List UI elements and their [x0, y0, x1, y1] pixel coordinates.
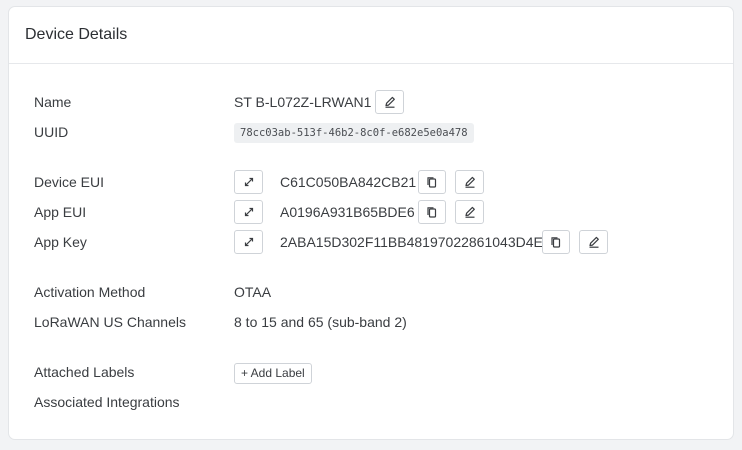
uuid-label: UUID — [34, 124, 69, 140]
pencil-icon — [383, 95, 397, 109]
attached-labels-label: Attached Labels — [34, 364, 135, 380]
activation-method-value: OTAA — [234, 284, 272, 300]
app-key-label: App Key — [34, 234, 87, 250]
app-eui-label: App EUI — [34, 204, 87, 220]
lorawan-channels-label: LoRaWAN US Channels — [34, 314, 186, 330]
pencil-icon — [587, 235, 601, 249]
lorawan-channels-value: 8 to 15 and 65 (sub-band 2) — [234, 314, 407, 330]
associated-integrations-label: Associated Integrations — [34, 394, 180, 410]
copy-device-eui-button[interactable] — [418, 170, 446, 194]
copy-icon — [425, 175, 439, 189]
edit-device-eui-button[interactable] — [455, 170, 484, 194]
app-key-value: 2ABA15D302F11BB48197022861043D4E — [280, 234, 543, 250]
expand-device-eui-button[interactable] — [234, 170, 263, 194]
device-details-card: Device Details Name ST B-L072Z-LRWAN1 UU… — [8, 6, 734, 440]
expand-app-eui-button[interactable] — [234, 200, 263, 224]
name-value: ST B-L072Z-LRWAN1 — [234, 94, 372, 110]
device-eui-label: Device EUI — [34, 174, 105, 190]
uuid-value: 78cc03ab-513f-46b2-8c0f-e682e5e0a478 — [234, 123, 474, 143]
expand-icon — [242, 175, 256, 189]
copy-icon — [425, 205, 439, 219]
copy-app-eui-button[interactable] — [418, 200, 446, 224]
device-eui-value: C61C050BA842CB21 — [280, 174, 417, 190]
copy-app-key-button[interactable] — [542, 230, 570, 254]
pencil-icon — [463, 205, 477, 219]
expand-icon — [242, 205, 256, 219]
card-title: Device Details — [25, 26, 128, 43]
add-label-button[interactable]: + Add Label — [234, 363, 312, 384]
name-label: Name — [34, 94, 72, 110]
pencil-icon — [463, 175, 477, 189]
card-header: Device Details — [9, 7, 733, 64]
expand-icon — [242, 235, 256, 249]
activation-method-label: Activation Method — [34, 284, 146, 300]
copy-icon — [549, 235, 563, 249]
expand-app-key-button[interactable] — [234, 230, 263, 254]
app-eui-value: A0196A931B65BDE6 — [280, 204, 415, 220]
edit-name-button[interactable] — [375, 90, 404, 114]
edit-app-eui-button[interactable] — [455, 200, 484, 224]
edit-app-key-button[interactable] — [579, 230, 608, 254]
